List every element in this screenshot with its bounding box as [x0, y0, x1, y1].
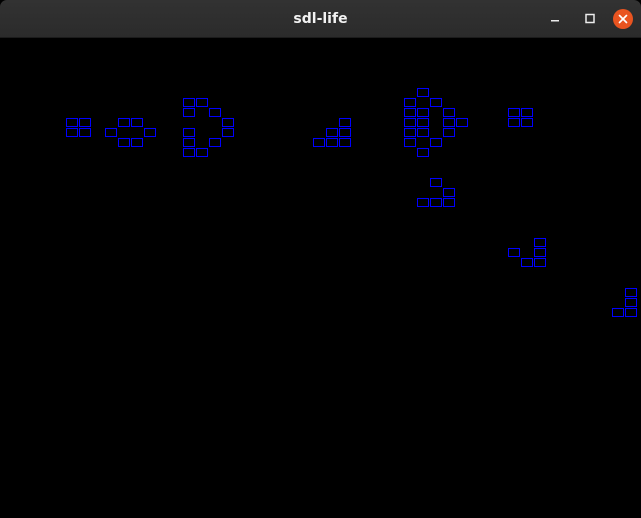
- live-cell: [66, 128, 78, 137]
- close-icon: [613, 9, 633, 29]
- live-cell: [417, 128, 429, 137]
- live-cell: [222, 118, 234, 127]
- live-cell: [508, 108, 520, 117]
- live-cell: [183, 98, 195, 107]
- live-cell: [404, 128, 416, 137]
- minimize-button[interactable]: [545, 9, 565, 29]
- live-cell: [183, 148, 195, 157]
- live-cell: [417, 118, 429, 127]
- live-cell: [521, 118, 533, 127]
- live-cell: [430, 198, 442, 207]
- live-cell: [443, 108, 455, 117]
- live-cell: [417, 88, 429, 97]
- live-cell: [313, 138, 325, 147]
- minimize-icon: [551, 20, 559, 22]
- live-cell: [209, 138, 221, 147]
- live-cell: [443, 128, 455, 137]
- live-cell: [404, 138, 416, 147]
- live-cell: [131, 138, 143, 147]
- title-bar[interactable]: sdl-life: [0, 0, 641, 38]
- life-grid: [66, 88, 637, 317]
- live-cell: [183, 108, 195, 117]
- live-cell: [521, 258, 533, 267]
- live-cell: [430, 98, 442, 107]
- live-cell: [404, 98, 416, 107]
- maximize-button[interactable]: [580, 9, 600, 29]
- live-cell: [66, 118, 78, 127]
- live-cell: [430, 138, 442, 147]
- live-cell: [534, 248, 546, 257]
- live-cell: [417, 148, 429, 157]
- live-cell: [443, 198, 455, 207]
- live-cell: [625, 308, 637, 317]
- live-cell: [534, 258, 546, 267]
- live-cell: [118, 138, 130, 147]
- live-cell: [105, 128, 117, 137]
- live-cell: [209, 108, 221, 117]
- live-cell: [521, 108, 533, 117]
- live-cell: [79, 118, 91, 127]
- live-cell: [625, 288, 637, 297]
- live-cell: [326, 128, 338, 137]
- live-cell: [183, 138, 195, 147]
- live-cell: [326, 138, 338, 147]
- life-grid-canvas[interactable]: [1, 38, 641, 518]
- live-cell: [508, 248, 520, 257]
- live-cell: [443, 188, 455, 197]
- live-cell: [534, 238, 546, 247]
- live-cell: [443, 118, 455, 127]
- live-cell: [339, 128, 351, 137]
- live-cell: [118, 118, 130, 127]
- live-cell: [612, 308, 624, 317]
- live-cell: [404, 108, 416, 117]
- live-cell: [508, 118, 520, 127]
- live-cell: [144, 128, 156, 137]
- live-cell: [430, 178, 442, 187]
- live-cell: [456, 118, 468, 127]
- live-cell: [183, 128, 195, 137]
- live-cell: [79, 128, 91, 137]
- sdl-life-window: sdl-life: [0, 0, 641, 518]
- live-cell: [339, 118, 351, 127]
- maximize-icon: [585, 13, 595, 24]
- live-cell: [222, 128, 234, 137]
- close-button[interactable]: [613, 9, 633, 29]
- live-cell: [131, 118, 143, 127]
- live-cell: [625, 298, 637, 307]
- live-cell: [417, 198, 429, 207]
- live-cell: [339, 138, 351, 147]
- live-cell: [196, 98, 208, 107]
- live-cell: [404, 118, 416, 127]
- live-cell: [417, 108, 429, 117]
- live-cell: [196, 148, 208, 157]
